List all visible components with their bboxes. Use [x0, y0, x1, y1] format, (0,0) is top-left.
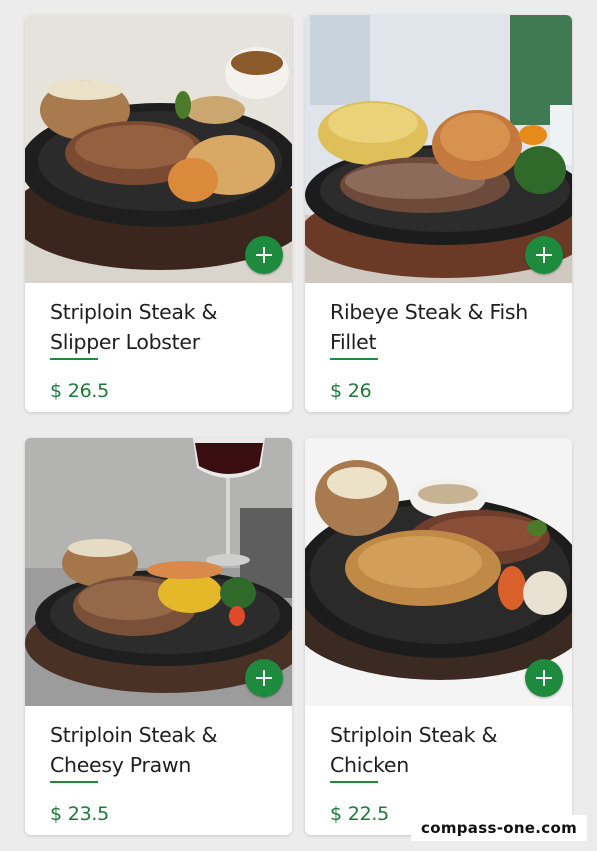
add-to-cart-button[interactable]	[245, 659, 283, 697]
menu-card[interactable]: Striploin Steak & Cheesy Prawn $23.5	[25, 438, 292, 835]
title-underline	[50, 781, 98, 783]
dish-photo	[305, 15, 572, 283]
card-info: Ribeye Steak & Fish Fillet $26	[305, 283, 572, 402]
dish-name: Ribeye Steak & Fish Fillet	[330, 300, 528, 354]
watermark: compass-one.com	[411, 815, 587, 841]
card-info: Striploin Steak & Slipper Lobster $26.5	[25, 283, 292, 402]
dish-name: Striploin Steak & Chicken	[330, 723, 498, 777]
card-info: Striploin Steak & Cheesy Prawn $23.5	[25, 706, 292, 825]
dish-price: $26	[330, 380, 372, 402]
menu-card[interactable]: Striploin Steak & Slipper Lobster $26.5	[25, 15, 292, 412]
title-underline	[330, 358, 378, 360]
menu-grid: Striploin Steak & Slipper Lobster $26.5	[0, 0, 597, 851]
dish-photo	[25, 438, 292, 706]
add-to-cart-button[interactable]	[525, 659, 563, 697]
dish-price: $26.5	[50, 380, 109, 402]
dish-name: Striploin Steak & Slipper Lobster	[50, 300, 218, 354]
add-to-cart-button[interactable]	[525, 236, 563, 274]
add-to-cart-button[interactable]	[245, 236, 283, 274]
title-underline	[50, 358, 98, 360]
dish-photo	[305, 438, 572, 706]
menu-card[interactable]: Ribeye Steak & Fish Fillet $26	[305, 15, 572, 412]
dish-price: $23.5	[50, 803, 109, 825]
card-info: Striploin Steak & Chicken $22.5	[305, 706, 572, 825]
menu-card[interactable]: Striploin Steak & Chicken $22.5	[305, 438, 572, 835]
dish-name: Striploin Steak & Cheesy Prawn	[50, 723, 218, 777]
dish-photo	[25, 15, 292, 283]
title-underline	[330, 781, 378, 783]
